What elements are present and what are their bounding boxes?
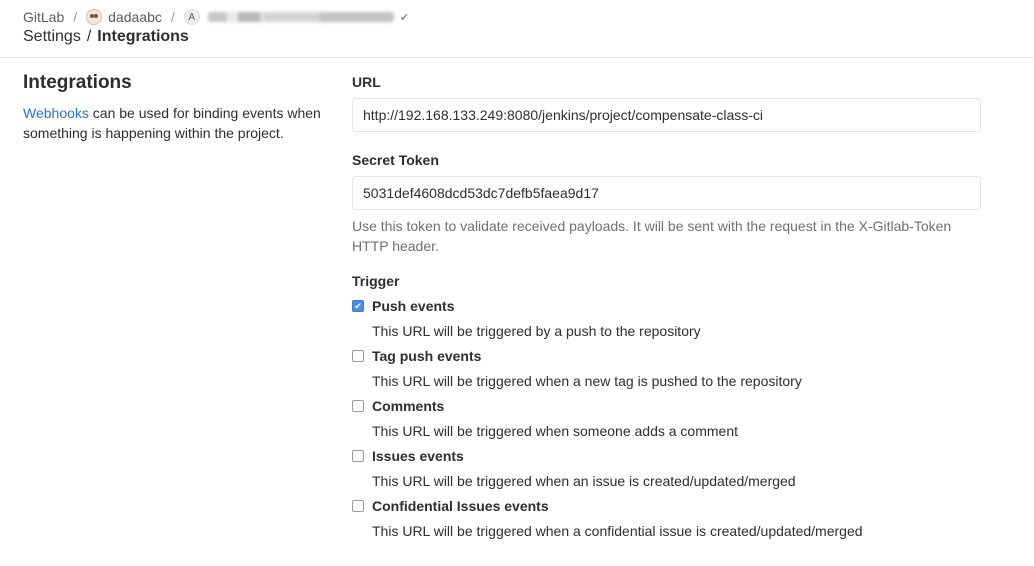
trigger-row[interactable]: ✔ Push events: [352, 296, 982, 316]
breadcrumb-separator: /: [170, 9, 175, 25]
breadcrumb-group-link[interactable]: dadaabc: [108, 9, 162, 25]
page-title-breadcrumb: Settings / Integrations: [23, 26, 189, 48]
trigger-description: This URL will be triggered when a confid…: [372, 523, 863, 539]
trigger-item: Comments This URL will be triggered when …: [352, 396, 982, 441]
trigger-description: This URL will be triggered when someone …: [372, 423, 738, 439]
group-avatar-icon: [86, 9, 103, 25]
trigger-list: ✔ Push events This URL will be triggered b…: [352, 296, 982, 541]
breadcrumb-separator: /: [86, 28, 92, 45]
trigger-item: Tag push events This URL will be triggere…: [352, 346, 982, 391]
breadcrumb-settings-link[interactable]: Settings: [23, 28, 81, 46]
page-title[interactable]: Integrations: [97, 28, 189, 46]
trigger-description: This URL will be triggered when an issue…: [372, 473, 796, 489]
project-avatar-icon: A: [183, 9, 200, 25]
breadcrumb: GitLab / dadaabc / A ✔: [23, 7, 409, 27]
trigger-item: Confidential Issues events This URL will …: [352, 496, 982, 541]
webhook-form: URL http://192.168.133.249:8080/jenkins/…: [352, 72, 982, 541]
section-heading: Integrations: [23, 72, 132, 93]
breadcrumb-separator: /: [73, 9, 78, 25]
trigger-description: This URL will be triggered when a new ta…: [372, 373, 802, 389]
trigger-checkbox[interactable]: ✔: [352, 300, 364, 312]
trigger-label: Trigger: [352, 273, 400, 289]
secret-token-help: Use this token to validate received payl…: [352, 218, 952, 254]
trigger-row[interactable]: Comments: [352, 396, 982, 416]
secret-token-input[interactable]: 5031def4608dcd53dc7defb5faea9d17: [352, 176, 981, 210]
trigger-name[interactable]: Issues events: [372, 448, 464, 464]
trigger-row[interactable]: Issues events: [352, 446, 982, 466]
section-description: Webhooks can be used for binding events …: [23, 103, 323, 143]
trigger-name[interactable]: Comments: [372, 398, 444, 414]
trigger-name[interactable]: Confidential Issues events: [372, 498, 549, 514]
trigger-checkbox[interactable]: [352, 450, 364, 462]
trigger-description: This URL will be triggered by a push to …: [372, 323, 701, 339]
trigger-checkbox[interactable]: [352, 350, 364, 362]
trigger-checkbox[interactable]: [352, 400, 364, 412]
url-input[interactable]: http://192.168.133.249:8080/jenkins/proj…: [352, 98, 981, 132]
trigger-row[interactable]: Confidential Issues events: [352, 496, 982, 516]
trigger-row[interactable]: Tag push events: [352, 346, 982, 366]
breadcrumb-gitlab-link[interactable]: GitLab: [23, 9, 64, 25]
webhooks-link[interactable]: Webhooks: [23, 105, 89, 121]
header-divider: [0, 57, 1034, 58]
chevron-down-icon[interactable]: ✔: [400, 11, 409, 24]
project-name-redacted[interactable]: [207, 12, 394, 22]
trigger-name[interactable]: Push events: [372, 298, 454, 314]
trigger-item: Issues events This URL will be triggered …: [352, 446, 982, 491]
settings-sidebar-description: Integrations Webhooks can be used for bi…: [23, 70, 323, 143]
trigger-name[interactable]: Tag push events: [372, 348, 481, 364]
secret-token-label: Secret Token: [352, 152, 439, 168]
url-label: URL: [352, 74, 381, 90]
trigger-checkbox[interactable]: [352, 500, 364, 512]
trigger-item: ✔ Push events This URL will be triggered b…: [352, 296, 982, 341]
